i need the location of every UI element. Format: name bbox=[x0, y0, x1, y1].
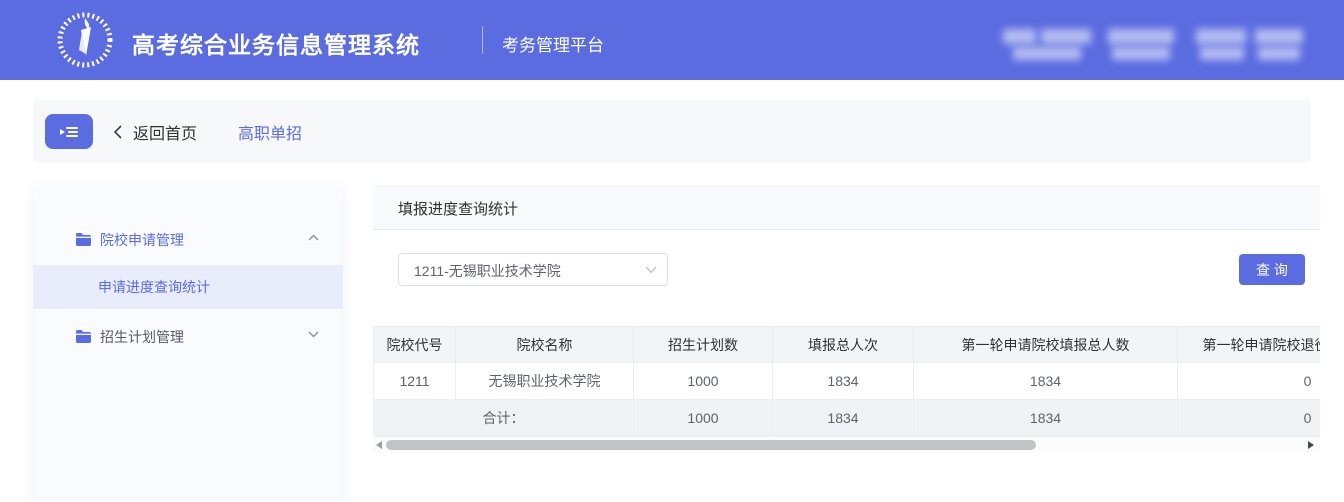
cell-total-applications: 1834 bbox=[773, 363, 914, 400]
system-title: 高考综合业务信息管理系统 bbox=[132, 26, 420, 60]
cell-college-code: 1211 bbox=[374, 363, 456, 400]
sidebar-item-label: 申请进度查询统计 bbox=[98, 277, 210, 297]
app-header: 高考综合业务信息管理系统 考务管理平台 bbox=[0, 0, 1344, 80]
col-first-round-veteran: 第一轮申请院校退役士兵填报人数 bbox=[1178, 327, 1321, 363]
sidebar-item-progress-query-stats[interactable]: 申请进度查询统计 bbox=[33, 265, 343, 309]
sidebar-group-label: 招生计划管理 bbox=[100, 327, 184, 347]
cell-first-round-veteran: 0 bbox=[1178, 363, 1321, 400]
school-select[interactable]: 1211-无锡职业技术学院 bbox=[398, 253, 668, 286]
cell-total-first-round: 1834 bbox=[914, 400, 1178, 437]
tab-gaozhi-danzhao[interactable]: 高职单招 bbox=[238, 100, 302, 163]
cell-total-applications: 1834 bbox=[773, 400, 914, 437]
table-header-row: 院校代号 院校名称 招生计划数 填报总人次 第一轮申请院校填报总人数 第一轮申请… bbox=[374, 327, 1321, 363]
cell-plan-count: 1000 bbox=[634, 363, 773, 400]
sidebar-group-label: 院校申请管理 bbox=[100, 230, 184, 250]
table-row: 1211 无锡职业技术学院 1000 1834 1834 0 bbox=[374, 363, 1321, 400]
folder-icon bbox=[75, 329, 92, 344]
main-panel: 填报进度查询统计 1211-无锡职业技术学院 查 询 院校代号 院校名称 招生计… bbox=[373, 185, 1320, 502]
sidebar-group-enrollment-plan[interactable]: 招生计划管理 bbox=[33, 318, 343, 356]
progress-stats-table: 院校代号 院校名称 招生计划数 填报总人次 第一轮申请院校填报总人数 第一轮申请… bbox=[373, 326, 1320, 437]
cell-first-round-total: 1834 bbox=[914, 363, 1178, 400]
cell-total-label: 合计： bbox=[374, 400, 634, 437]
chevron-left-icon bbox=[113, 124, 123, 140]
cell-college-name: 无锡职业技术学院 bbox=[456, 363, 634, 400]
sidebar-group-college-application[interactable]: 院校申请管理 bbox=[33, 221, 343, 259]
panel-title: 填报进度查询统计 bbox=[398, 198, 518, 219]
fold-menu-icon bbox=[59, 124, 79, 140]
platform-title: 考务管理平台 bbox=[502, 31, 604, 56]
back-home-link[interactable]: 返回首页 bbox=[113, 100, 197, 163]
scroll-right-arrow-icon[interactable] bbox=[1308, 441, 1314, 449]
col-plan-count: 招生计划数 bbox=[634, 327, 773, 363]
chevron-down-icon bbox=[645, 266, 657, 274]
cell-total-veteran: 0 bbox=[1178, 400, 1321, 437]
scroll-left-arrow-icon[interactable] bbox=[376, 441, 382, 449]
folder-icon bbox=[75, 232, 92, 247]
title-divider bbox=[482, 26, 483, 54]
col-college-name: 院校名称 bbox=[456, 327, 634, 363]
table-total-row: 合计： 1000 1834 1834 0 bbox=[374, 400, 1321, 437]
sidebar: 院校申请管理 申请进度查询统计 招生计划管理 bbox=[33, 185, 343, 502]
col-college-code: 院校代号 bbox=[374, 327, 456, 363]
cell-total-plan-count: 1000 bbox=[634, 400, 773, 437]
fold-menu-button[interactable] bbox=[45, 114, 93, 149]
col-total-applications: 填报总人次 bbox=[773, 327, 914, 363]
horizontal-scrollbar bbox=[373, 438, 1320, 452]
navbar: 返回首页 高职单招 bbox=[33, 100, 1311, 163]
scrollbar-thumb[interactable] bbox=[386, 440, 1036, 450]
chevron-up-icon bbox=[308, 234, 319, 241]
school-select-value: 1211-无锡职业技术学院 bbox=[414, 261, 561, 281]
page: 高考综合业务信息管理系统 考务管理平台 bbox=[0, 0, 1344, 502]
query-button[interactable]: 查 询 bbox=[1239, 254, 1305, 285]
back-home-label: 返回首页 bbox=[133, 120, 197, 144]
chevron-down-icon bbox=[308, 331, 319, 338]
app-logo-icon bbox=[55, 10, 115, 70]
panel-title-bar: 填报进度查询统计 bbox=[373, 185, 1320, 230]
col-first-round-total: 第一轮申请院校填报总人数 bbox=[914, 327, 1178, 363]
